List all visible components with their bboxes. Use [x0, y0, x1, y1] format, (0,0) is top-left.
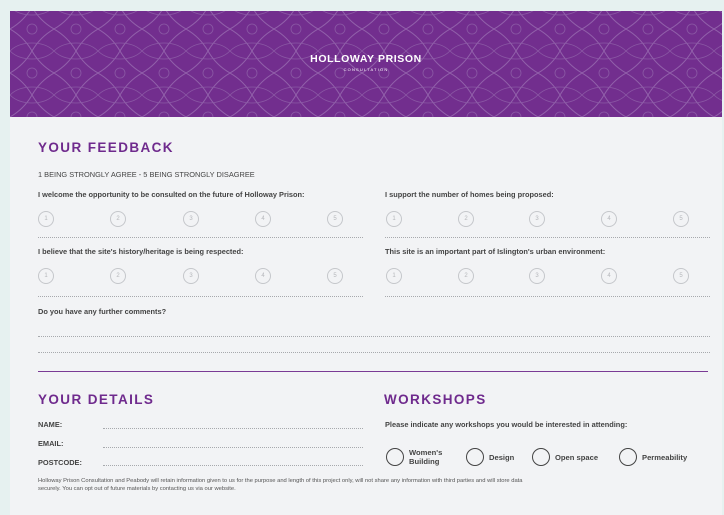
q4-rating-4[interactable]: 4	[601, 268, 617, 284]
q3-rating-1[interactable]: 1	[38, 268, 54, 284]
question-2-label: I support the number of homes being prop…	[385, 190, 554, 199]
feedback-form-card: HOLLOWAY PRISON CONSULTATION YOUR FEEDBA…	[10, 11, 722, 515]
workshop-womens-building-label: Women's Building	[409, 448, 443, 466]
question-4-label: This site is an important part of Isling…	[385, 247, 606, 256]
q2-rating-4[interactable]: 4	[601, 211, 617, 227]
q3-divider	[38, 296, 363, 297]
workshop-open-space-checkbox[interactable]	[532, 448, 550, 466]
q4-divider	[385, 296, 710, 297]
comments-prompt: Do you have any further comments?	[38, 307, 167, 316]
question-3-label: I believe that the site's history/herita…	[38, 247, 244, 256]
workshops-prompt: Please indicate any workshops you would …	[385, 420, 628, 429]
q2-divider	[385, 237, 710, 238]
email-label: EMAIL:	[38, 439, 64, 448]
privacy-line-2: securely. You can opt out of future mate…	[38, 486, 236, 492]
q2-rating-5[interactable]: 5	[673, 211, 689, 227]
q3-rating-5[interactable]: 5	[327, 268, 343, 284]
workshops-heading: WORKSHOPS	[384, 392, 487, 407]
name-field[interactable]	[103, 428, 363, 429]
postcode-label: POSTCODE:	[38, 458, 82, 467]
brand-logo: HOLLOWAY PRISON CONSULTATION	[10, 53, 722, 72]
privacy-line-1: Holloway Prison Consultation and Peabody…	[38, 478, 523, 484]
question-1-label: I welcome the opportunity to be consulte…	[38, 190, 305, 199]
q4-rating-5[interactable]: 5	[673, 268, 689, 284]
postcode-field[interactable]	[103, 465, 363, 466]
feedback-heading: YOUR FEEDBACK	[38, 140, 174, 155]
header-banner: HOLLOWAY PRISON CONSULTATION	[10, 11, 722, 117]
name-label: NAME:	[38, 420, 63, 429]
email-field[interactable]	[103, 447, 363, 448]
privacy-notice: Holloway Prison Consultation and Peabody…	[38, 477, 710, 493]
q3-rating-3[interactable]: 3	[183, 268, 199, 284]
brand-title: HOLLOWAY PRISON	[310, 53, 422, 65]
workshop-permeability-label: Permeability	[642, 453, 688, 462]
q4-rating-3[interactable]: 3	[529, 268, 545, 284]
q1-rating-5[interactable]: 5	[327, 211, 343, 227]
q1-rating-1[interactable]: 1	[38, 211, 54, 227]
section-divider	[38, 371, 708, 372]
q3-rating-4[interactable]: 4	[255, 268, 271, 284]
q2-rating-2[interactable]: 2	[458, 211, 474, 227]
workshop-design-checkbox[interactable]	[466, 448, 484, 466]
workshop-design-label: Design	[489, 453, 515, 462]
comments-line-2[interactable]	[38, 352, 710, 353]
q2-rating-1[interactable]: 1	[386, 211, 402, 227]
q1-rating-3[interactable]: 3	[183, 211, 199, 227]
workshop-permeability-checkbox[interactable]	[619, 448, 637, 466]
workshop-womens-building-checkbox[interactable]	[386, 448, 404, 466]
q4-rating-1[interactable]: 1	[386, 268, 402, 284]
scale-note: 1 BEING STRONGLY AGREE - 5 BEING STRONGL…	[38, 170, 255, 179]
q1-divider	[38, 237, 363, 238]
workshop-open-space-label: Open space	[555, 453, 599, 462]
comments-line-1[interactable]	[38, 336, 710, 337]
q2-rating-3[interactable]: 3	[529, 211, 545, 227]
q1-rating-2[interactable]: 2	[110, 211, 126, 227]
q4-rating-2[interactable]: 2	[458, 268, 474, 284]
q3-rating-2[interactable]: 2	[110, 268, 126, 284]
details-heading: YOUR DETAILS	[38, 392, 155, 407]
brand-subtitle: CONSULTATION	[343, 67, 389, 72]
q1-rating-4[interactable]: 4	[255, 211, 271, 227]
